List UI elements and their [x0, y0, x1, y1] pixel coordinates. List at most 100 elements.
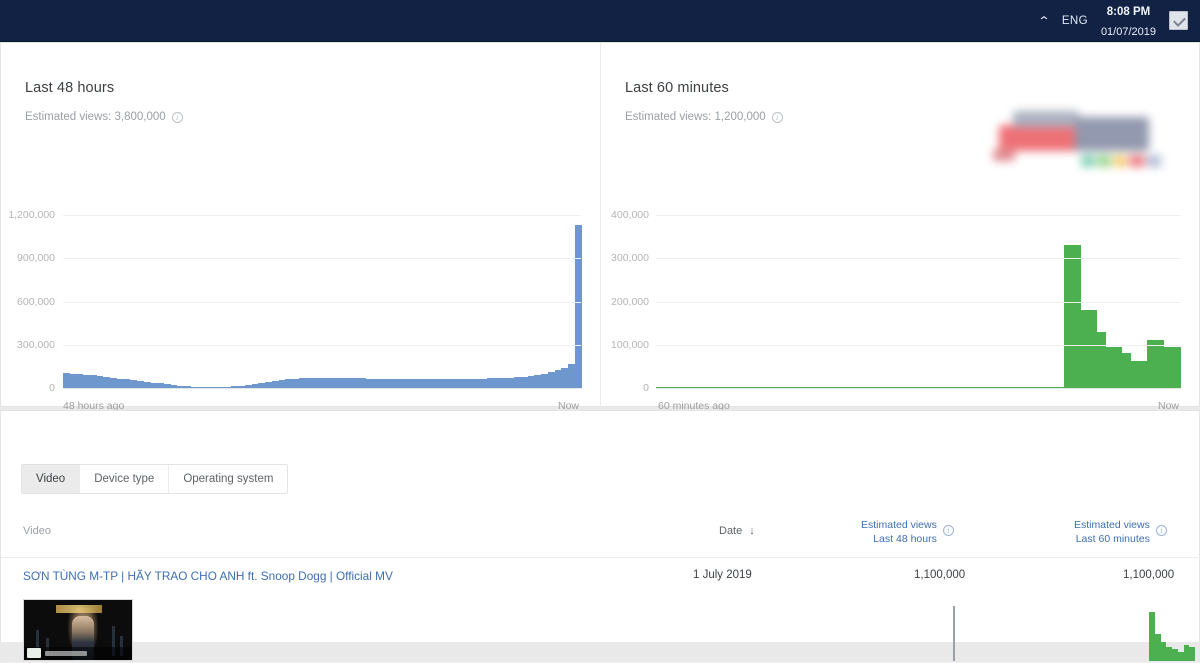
chart-48-hours — [63, 215, 581, 388]
clock[interactable]: 8:08 PM 01/07/2019 — [1101, 1, 1156, 40]
chart-bar — [63, 373, 70, 388]
y-axis-tick-label: 300,000 — [611, 252, 649, 264]
sort-descending-icon[interactable]: ↓ — [749, 525, 755, 537]
chart-bar — [1164, 347, 1172, 388]
clock-date: 01/07/2019 — [1101, 26, 1156, 38]
chart-bar — [386, 379, 393, 388]
chart-bar — [427, 379, 434, 388]
chart-bar — [124, 379, 131, 388]
chart-bar — [1089, 310, 1097, 388]
show-hidden-icons-icon[interactable]: ⌃ — [1037, 15, 1050, 27]
column-header-video[interactable]: Video — [23, 525, 51, 537]
row-sparkline-48h-bars — [953, 601, 1013, 661]
chart-bar — [110, 378, 117, 388]
column-header-60m-line1: Estimated views — [1074, 519, 1150, 531]
action-center-icon[interactable] — [1169, 11, 1188, 30]
panel-title-60m: Last 60 minutes — [625, 80, 729, 96]
chart-bar — [1139, 361, 1147, 388]
page-body: Last 48 hours Estimated views: 3,800,000… — [0, 42, 1200, 640]
chart-bar — [1072, 245, 1080, 388]
chart-bar — [406, 379, 413, 388]
y-axis-tick-label: 900,000 — [17, 252, 55, 264]
chart-bar — [353, 378, 360, 388]
chart-bar — [285, 379, 292, 388]
column-header-60m-text: Estimated views Last 60 minutes — [1074, 518, 1150, 547]
row-sparkline-48h — [953, 601, 1013, 661]
chart-bar — [568, 364, 575, 388]
chart-bar — [1172, 347, 1180, 388]
chart-bar — [103, 377, 110, 388]
chart-bar — [76, 374, 83, 388]
thumbnail-channel-text — [45, 651, 87, 656]
chart-bar — [541, 374, 548, 388]
column-header-48h-line1: Estimated views — [861, 519, 937, 531]
panel-subtitle-60m: Estimated views: 1,200,000 i — [625, 111, 783, 123]
chart-bar — [299, 378, 306, 388]
column-header-estimated-views-48h[interactable]: Estimated views Last 48 hours i — [861, 518, 954, 547]
chart-bar — [433, 379, 440, 388]
breakdown-tabs: Video Device type Operating system — [21, 464, 288, 494]
gridline — [63, 258, 581, 259]
chart-bar — [494, 378, 501, 388]
chart-bar — [507, 378, 514, 388]
chart-bar — [481, 379, 488, 389]
breakdown-table-card: Video Device type Operating system Video… — [0, 410, 1200, 642]
chart-bar — [90, 375, 97, 388]
column-header-date[interactable]: Date ↓ — [719, 525, 755, 537]
chart-bar — [474, 379, 481, 388]
tab-operating-system[interactable]: Operating system — [169, 465, 287, 493]
gridline — [63, 388, 581, 389]
chart-bar — [366, 379, 373, 389]
chart-bar — [521, 377, 528, 388]
chart-bar — [487, 378, 494, 388]
language-indicator[interactable]: ENG — [1062, 15, 1088, 27]
y-axis-tick-label: 1,200,000 — [8, 209, 55, 221]
table-header-row: Video Date ↓ Estimated views Last 48 hou… — [1, 506, 1200, 558]
chart-bar — [393, 379, 400, 388]
chart-bar — [460, 379, 467, 388]
cell-views-60m: 1,100,000 — [1123, 569, 1174, 581]
chart-bar — [373, 379, 380, 389]
chart-bar — [97, 376, 104, 388]
gridline — [656, 388, 1181, 389]
y-axis-tick-label: 0 — [49, 382, 55, 394]
info-icon[interactable]: i — [172, 112, 183, 123]
chart-bar — [514, 377, 521, 388]
chart-bar — [447, 379, 454, 388]
row-sparkline-60m-bars — [1149, 601, 1195, 661]
system-tray: ⌃ ENG 8:08 PM 01/07/2019 — [1039, 1, 1200, 40]
chart-bar — [440, 379, 447, 388]
video-title-link[interactable]: SƠN TÙNG M-TP | HÃY TRAO CHO ANH ft. Sno… — [23, 569, 393, 583]
realtime-charts-card: Last 48 hours Estimated views: 3,800,000… — [0, 42, 1200, 407]
chart-bar — [454, 379, 461, 388]
tab-video[interactable]: Video — [22, 465, 80, 493]
chart-bar — [1081, 310, 1089, 388]
tab-device-type[interactable]: Device type — [80, 465, 169, 493]
gridline — [656, 345, 1181, 346]
y-axis-tick-label: 0 — [643, 382, 649, 394]
column-header-date-label: Date — [719, 525, 742, 537]
chart-bar — [279, 380, 286, 388]
info-icon[interactable]: i — [1156, 525, 1167, 536]
chart-bar — [1106, 347, 1114, 388]
chart-bar — [501, 378, 508, 388]
chart-bar — [1156, 340, 1164, 388]
chart-bar — [555, 370, 562, 388]
chart-bar — [359, 378, 366, 388]
chart-bar — [83, 375, 90, 388]
gridline — [63, 215, 581, 216]
info-icon[interactable]: i — [772, 112, 783, 123]
chart-bar — [548, 372, 555, 388]
estimated-views-60m-text: Estimated views: 1,200,000 — [625, 111, 766, 123]
chart-bar — [1131, 361, 1139, 388]
y-axis-tick-label: 600,000 — [17, 296, 55, 308]
column-header-48h-text: Estimated views Last 48 hours — [861, 518, 937, 547]
clock-time: 8:08 PM — [1107, 6, 1150, 18]
chart-bar — [413, 379, 420, 388]
column-header-estimated-views-60m[interactable]: Estimated views Last 60 minutes i — [1074, 518, 1167, 547]
info-icon[interactable]: i — [943, 525, 954, 536]
chart-bar — [117, 379, 124, 389]
chart-bar — [70, 374, 77, 388]
video-thumbnail[interactable] — [23, 599, 133, 661]
chart-bar — [332, 378, 339, 388]
